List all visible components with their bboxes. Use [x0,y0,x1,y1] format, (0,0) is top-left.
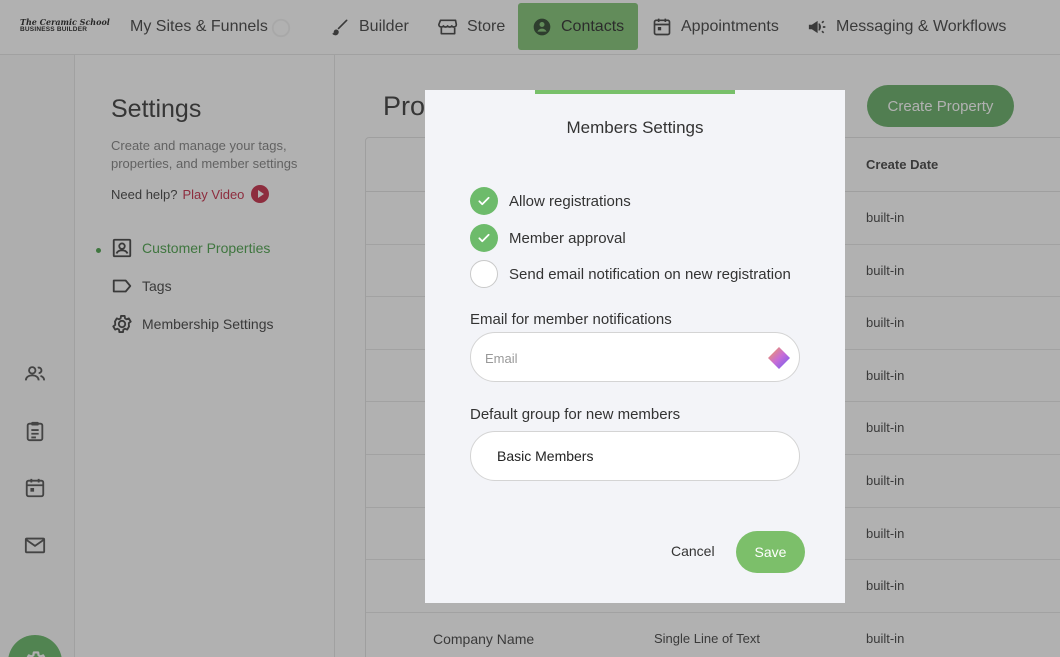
selected-group: Basic Members [497,448,594,464]
checkbox-label: Member approval [509,229,626,247]
save-button[interactable]: Save [736,531,805,573]
empty-checkbox-icon [470,260,498,288]
default-group-select[interactable]: Basic Members [470,431,800,481]
allow-registrations-checkbox[interactable]: Allow registrations [470,187,631,215]
checkbox-label: Send email notification on new registrat… [509,265,791,283]
group-field-label: Default group for new members [470,406,681,423]
checkbox-label: Allow registrations [509,192,631,210]
checkmark-icon [470,187,498,215]
member-approval-checkbox[interactable]: Member approval [470,224,626,252]
email-input[interactable] [485,348,765,368]
modal-accent-bar [535,90,735,94]
cancel-button[interactable]: Cancel [671,543,715,559]
email-field-label: Email for member notifications [470,311,672,328]
modal-title: Members Settings [566,118,704,137]
checkmark-icon [470,224,498,252]
members-settings-modal: Members Settings Allow registrations Mem… [425,90,845,603]
gem-icon[interactable] [767,346,791,370]
email-notification-checkbox[interactable]: Send email notification on new registrat… [470,260,791,288]
email-field[interactable] [470,332,800,382]
